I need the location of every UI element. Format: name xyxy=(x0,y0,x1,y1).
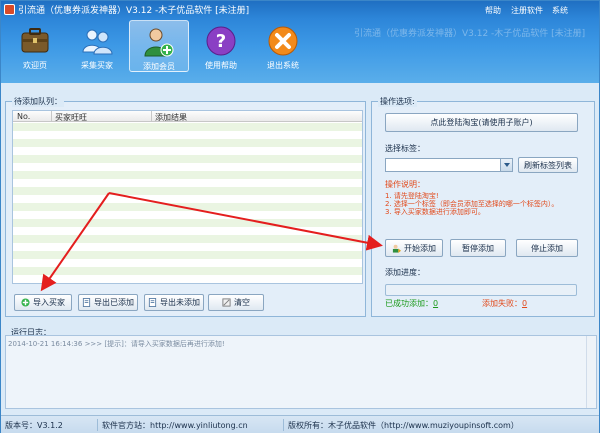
app-window: 引流通（优惠券派发神器）V3.12 -木子优品软件 [未注册] 帮助 注册软件 … xyxy=(0,0,600,433)
arrow-to-start xyxy=(108,192,383,251)
arrow-to-import xyxy=(40,192,110,292)
annotation-arrows xyxy=(40,192,383,292)
